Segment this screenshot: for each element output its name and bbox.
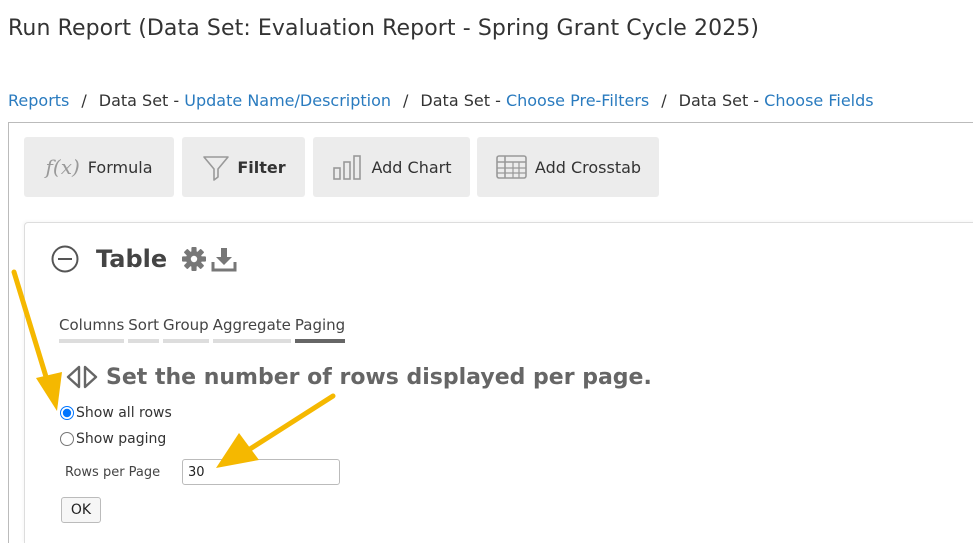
breadcrumb-reports-link[interactable]: Reports [8, 91, 69, 110]
breadcrumb-separator: / [403, 91, 409, 110]
breadcrumb-separator: / [661, 91, 667, 110]
tab-group[interactable]: Group [163, 316, 209, 343]
breadcrumb-choose-fields-link[interactable]: Choose Fields [764, 91, 873, 110]
gear-icon[interactable] [181, 246, 207, 272]
rows-per-page-label: Rows per Page [65, 465, 161, 480]
paging-heading: Set the number of rows displayed per pag… [65, 364, 652, 390]
add-chart-button[interactable]: Add Chart [313, 137, 470, 197]
show-all-rows-label: Show all rows [76, 405, 172, 421]
filter-button[interactable]: Filter [182, 137, 305, 197]
tab-paging[interactable]: Paging [294, 316, 346, 343]
show-all-rows-option[interactable]: Show all rows [60, 405, 172, 421]
tab-sort[interactable]: Sort [128, 316, 160, 343]
add-chart-label: Add Chart [371, 157, 452, 177]
show-paging-label: Show paging [76, 431, 167, 447]
show-all-rows-radio[interactable] [60, 406, 74, 420]
filter-icon [203, 156, 230, 181]
filter-label: Filter [237, 157, 286, 177]
rows-per-page-input[interactable] [182, 459, 340, 485]
download-icon[interactable] [211, 246, 237, 272]
tab-aggregate[interactable]: Aggregate [212, 316, 291, 343]
show-paging-radio[interactable] [60, 432, 74, 446]
table-tabs: Columns Sort Group Aggregate Paging [59, 316, 349, 343]
collapse-arrows-icon[interactable] [65, 364, 99, 390]
formula-label: Formula [87, 157, 153, 177]
show-paging-option[interactable]: Show paging [60, 431, 166, 447]
formula-icon: f(x) [45, 155, 80, 179]
chart-icon [333, 155, 362, 180]
breadcrumb-prefix: Data Set - [678, 91, 765, 110]
breadcrumb-update-name-link[interactable]: Update Name/Description [184, 91, 391, 110]
breadcrumb-pre-filters-link[interactable]: Choose Pre-Filters [506, 91, 649, 110]
page-title: Run Report (Data Set: Evaluation Report … [8, 16, 760, 41]
breadcrumb-prefix: Data Set - [420, 91, 506, 110]
paging-heading-text: Set the number of rows displayed per pag… [106, 364, 652, 390]
add-crosstab-button[interactable]: Add Crosstab [477, 137, 659, 197]
tab-columns[interactable]: Columns [59, 316, 125, 343]
breadcrumb: Reports / Data Set - Update Name/Descripti… [8, 91, 874, 110]
ok-button[interactable]: OK [61, 497, 101, 523]
breadcrumb-separator: / [81, 91, 87, 110]
breadcrumb-prefix: Data Set - [98, 91, 185, 110]
table-title: Table [96, 245, 168, 273]
crosstab-icon [496, 155, 527, 179]
collapse-icon[interactable] [50, 244, 80, 274]
formula-button[interactable]: f(x) Formula [24, 137, 174, 197]
add-crosstab-label: Add Crosstab [534, 157, 642, 177]
table-header: Table [50, 244, 237, 274]
